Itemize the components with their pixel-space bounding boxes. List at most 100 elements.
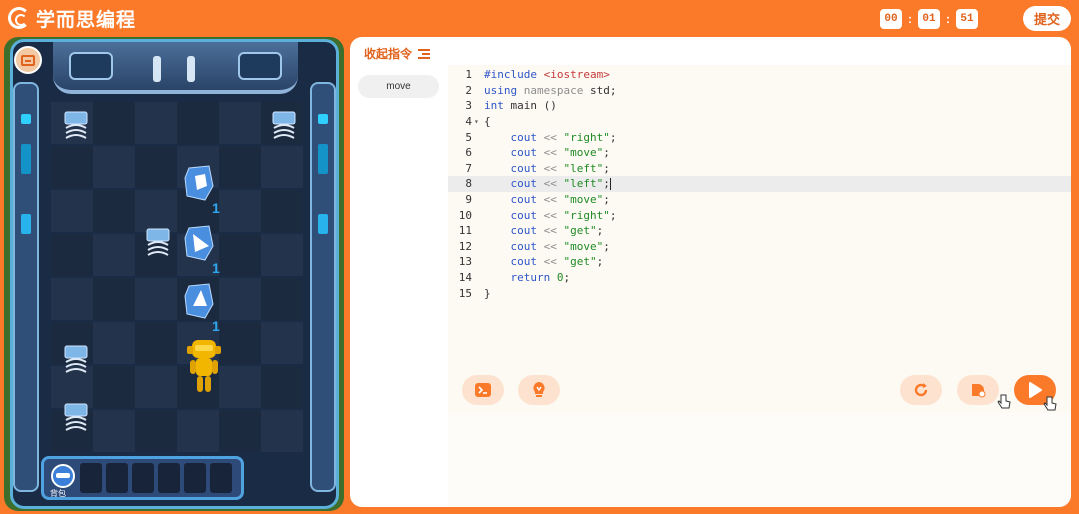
code-token: "left": [563, 161, 604, 175]
code-token: main (): [503, 99, 557, 113]
code-token: "get": [563, 255, 597, 269]
console-screen: [238, 52, 282, 80]
code-text: cout << "move";: [484, 193, 609, 207]
step-run-button[interactable]: [957, 375, 999, 405]
code-token: cout: [484, 161, 544, 175]
panel-light: [21, 114, 31, 124]
code-line[interactable]: 4 ▾{: [448, 114, 1071, 130]
code-line[interactable]: 3 int main (): [448, 98, 1071, 114]
gem-count: 1: [212, 200, 220, 216]
board-tile: [261, 278, 303, 320]
inventory-slot: [158, 463, 180, 493]
line-number: 7: [465, 161, 472, 175]
code-token: ;: [563, 271, 571, 285]
board-tile: [93, 322, 135, 364]
code-line[interactable]: 10 cout << "right";: [448, 207, 1071, 223]
code-token: ;: [609, 208, 617, 222]
spring-trap-icon: [64, 111, 88, 139]
code-line[interactable]: 14 return 0;: [448, 270, 1071, 286]
fold-toggle-icon[interactable]: ▾: [472, 117, 484, 126]
code-token: ;: [603, 177, 610, 191]
console-lever: [153, 56, 161, 82]
command-chip-move[interactable]: move: [358, 75, 439, 98]
code-line[interactable]: 12 cout << "move";: [448, 239, 1071, 255]
code-token: <<: [543, 146, 564, 160]
code-token: "move": [563, 193, 604, 207]
code-token: cout: [484, 208, 544, 222]
code-token: cout: [484, 239, 544, 253]
board-tile: [135, 322, 177, 364]
editor-toolbar: [448, 367, 1071, 413]
code-line[interactable]: 15}: [448, 285, 1071, 301]
inventory-slot: [132, 463, 154, 493]
code-token: "move": [563, 146, 604, 160]
board-tile: [51, 146, 93, 188]
code-text: cout << "right";: [484, 209, 616, 222]
code-token: {: [484, 115, 491, 129]
code-token: <<: [543, 130, 564, 144]
code-token: <<: [543, 177, 564, 191]
robot-character-icon: [187, 340, 221, 392]
code-line[interactable]: 7 cout << "left";: [448, 161, 1071, 177]
line-number: 15: [458, 286, 472, 300]
line-number: 6: [465, 146, 472, 160]
panel-light: [318, 114, 328, 124]
gem-count: 1: [212, 318, 220, 334]
collapse-commands-label: 收起指令: [364, 47, 413, 61]
game-menu-button[interactable]: [14, 46, 42, 74]
reset-button[interactable]: [900, 375, 942, 405]
code-editor[interactable]: 1 #include <iostream> 2 using namespace std…: [448, 65, 1071, 367]
board-tile: [219, 102, 261, 144]
board-tile: [261, 146, 303, 188]
step-icon: [972, 384, 986, 398]
board-tile: [219, 146, 261, 188]
output-console: [448, 413, 1071, 507]
code-token: ;: [596, 224, 604, 238]
line-number: 12: [458, 239, 472, 253]
code-token: }: [484, 286, 491, 300]
code-line[interactable]: 11 cout << "get";: [448, 223, 1071, 239]
collapse-commands-button[interactable]: 收起指令: [364, 45, 431, 62]
board-tile: [261, 190, 303, 232]
code-text: cout << "get";: [484, 224, 603, 237]
code-line[interactable]: 1 #include <iostream>: [448, 67, 1071, 83]
code-token: ;: [603, 161, 610, 175]
board-tile: [261, 366, 303, 408]
app-title: 学而思编程: [36, 8, 137, 31]
code-line[interactable]: 6 cout << "move";: [448, 145, 1071, 161]
code-token: ;: [603, 239, 610, 253]
timer-hours: 00: [880, 9, 902, 29]
code-token: using: [484, 83, 524, 97]
line-number: 10: [458, 208, 472, 222]
board-tile: [219, 190, 261, 232]
board-tile: [93, 102, 135, 144]
lightbulb-icon: [533, 382, 545, 397]
code-token: cout: [484, 224, 544, 238]
hint-button[interactable]: [518, 375, 560, 405]
code-line[interactable]: 9 cout << "move";: [448, 192, 1071, 208]
code-token: cout: [484, 130, 544, 144]
terminal-button[interactable]: [462, 375, 504, 405]
spring-trap-icon: [146, 228, 170, 256]
board-tile: [93, 366, 135, 408]
code-line[interactable]: 5 cout << "right";: [448, 129, 1071, 145]
timer-separator: :: [946, 12, 950, 26]
code-token: std;: [583, 83, 617, 97]
code-token: namespace: [523, 83, 584, 97]
console-lever: [187, 56, 195, 82]
code-line[interactable]: 8 cout << "left";: [448, 176, 1071, 192]
crystal-gem-icon: [184, 165, 214, 201]
board-tile: [135, 278, 177, 320]
crystal-gem-icon: [184, 225, 214, 261]
code-text: cout << "right";: [484, 131, 616, 144]
code-token: cout: [484, 255, 544, 269]
line-number: 5: [465, 130, 472, 144]
code-line[interactable]: 13 cout << "get";: [448, 254, 1071, 270]
code-line[interactable]: 2 using namespace std;: [448, 83, 1071, 99]
submit-button[interactable]: 提交: [1023, 6, 1071, 31]
board-tile: [93, 278, 135, 320]
code-token: <iostream>: [543, 68, 610, 82]
backpack-inventory: 背包: [41, 456, 244, 500]
game-panel: 1 1 1 背包: [4, 37, 344, 511]
code-panel: 收起指令 move 1 #include <iostream> 2 using nam…: [350, 37, 1071, 507]
